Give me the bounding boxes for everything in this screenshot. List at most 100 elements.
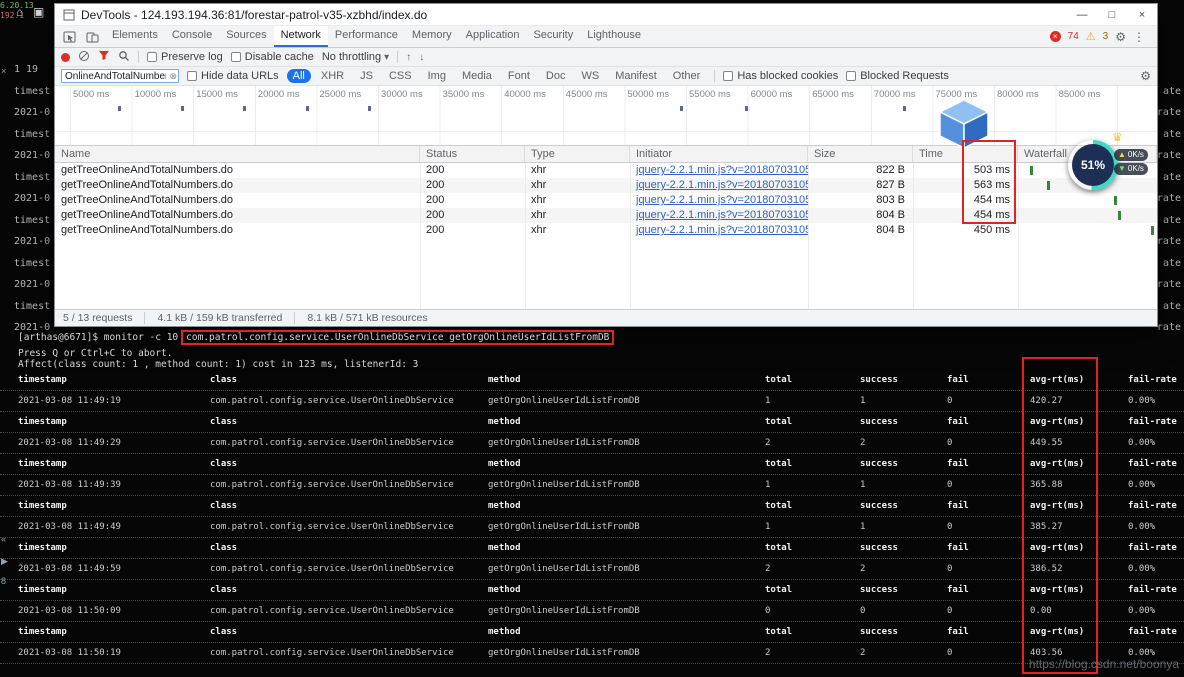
tab-lighthouse[interactable]: Lighthouse <box>580 26 648 47</box>
record-button[interactable] <box>61 53 70 62</box>
initiator-link[interactable]: jquery-2.2.1.min.js?v=201807031050:4 <box>636 194 808 206</box>
minimize-button[interactable]: — <box>1067 9 1097 21</box>
devtools-titlebar[interactable]: DevTools - 124.193.194.36:81/forestar-pa… <box>55 4 1157 26</box>
tab-console[interactable]: Console <box>165 26 219 47</box>
column-header-name[interactable]: Name <box>55 146 420 162</box>
errors-icon[interactable]: × <box>1050 31 1061 42</box>
checkbox-icon <box>231 52 241 62</box>
network-request-row[interactable]: getTreeOnlineAndTotalNumbers.do200xhrjqu… <box>55 223 1157 238</box>
filter-pill-media[interactable]: Media <box>456 69 498 83</box>
hide-data-urls-checkbox[interactable]: Hide data URLs <box>187 70 279 82</box>
header-method: method <box>488 412 765 432</box>
throttling-dropdown[interactable]: No throttling▾ <box>322 51 389 63</box>
request-type: xhr <box>525 223 630 238</box>
arthas-table: timestampclassmethodtotalsuccessfailavg-… <box>0 370 1184 664</box>
blocked-requests-label: Blocked Requests <box>860 70 949 82</box>
filter-pill-xhr[interactable]: XHR <box>315 69 350 83</box>
affect-line: Affect(class count: 1 , method count: 1)… <box>18 359 418 370</box>
filter-pill-all[interactable]: All <box>287 69 311 83</box>
header-avg-rt-ms: avg-rt(ms) <box>1030 622 1128 642</box>
request-type: xhr <box>525 208 630 223</box>
maximize-button[interactable]: □ <box>1097 9 1127 21</box>
filter-toggle-icon[interactable] <box>98 50 110 64</box>
device-toolbar-icon[interactable] <box>82 31 103 43</box>
initiator-link[interactable]: jquery-2.2.1.min.js?v=201807031050:4 <box>636 224 808 236</box>
network-table-body: getTreeOnlineAndTotalNumbers.do200xhrjqu… <box>55 163 1157 309</box>
column-divider[interactable] <box>420 163 421 309</box>
tab-security[interactable]: Security <box>526 26 580 47</box>
clear-filter-icon[interactable]: ⊗ <box>169 71 177 82</box>
close-button[interactable]: × <box>1127 9 1157 21</box>
header-fail-rate: fail-rate <box>1128 370 1184 390</box>
preserve-log-checkbox[interactable]: Preserve log <box>147 51 223 63</box>
error-count[interactable]: 74 <box>1068 31 1079 42</box>
taskbar-app-icon[interactable]: ⌂ <box>16 5 23 19</box>
clear-log-icon[interactable] <box>78 50 90 65</box>
left-strip-icon[interactable]: × <box>1 66 6 76</box>
has-blocked-cookies-checkbox[interactable]: Has blocked cookies <box>723 70 838 82</box>
import-har-icon[interactable]: ↑ <box>406 52 411 63</box>
inspect-element-icon[interactable] <box>59 31 80 43</box>
bg-right-fragment: ate <box>1163 129 1181 140</box>
timeline-label: 15000 ms <box>196 89 238 100</box>
throttling-value: No throttling <box>322 51 381 63</box>
bg-left-fragment: timest <box>14 258 50 269</box>
settings-gear-icon[interactable]: ⚙ <box>1115 31 1126 43</box>
blocked-requests-checkbox[interactable]: Blocked Requests <box>846 70 949 82</box>
tab-performance[interactable]: Performance <box>328 26 405 47</box>
column-divider[interactable] <box>913 163 914 309</box>
warnings-icon[interactable]: ⚠ <box>1086 30 1096 43</box>
column-header-status[interactable]: Status <box>420 146 525 162</box>
export-har-icon[interactable]: ↓ <box>419 52 424 63</box>
column-header-size[interactable]: Size <box>808 146 913 162</box>
cell-method: getOrgOnlineUserIdListFromDB <box>488 559 765 579</box>
filter-pill-ws[interactable]: WS <box>575 69 605 83</box>
filter-pill-img[interactable]: Img <box>422 69 452 83</box>
cell-class: com.patrol.config.service.UserOnlineDbSe… <box>210 601 488 621</box>
request-size: 804 B <box>808 223 913 238</box>
header-class: class <box>210 412 488 432</box>
column-divider[interactable] <box>808 163 809 309</box>
tab-sources[interactable]: Sources <box>219 26 273 47</box>
performance-gauge[interactable]: 51% <box>1068 140 1118 190</box>
cell-fail-rate: 0.00% <box>1128 433 1184 453</box>
filter-pill-doc[interactable]: Doc <box>540 69 572 83</box>
warning-count[interactable]: 3 <box>1103 31 1109 42</box>
gauge-percent-label: 51% <box>1072 144 1114 186</box>
column-divider[interactable] <box>1018 163 1019 309</box>
activity-mark <box>368 106 371 111</box>
timeline-label: 40000 ms <box>504 89 546 100</box>
bg-left-fragment: 2021-0 <box>14 150 50 161</box>
network-settings-gear-icon[interactable]: ⚙ <box>1140 70 1151 82</box>
column-divider[interactable] <box>630 163 631 309</box>
header-total: total <box>765 412 860 432</box>
tab-memory[interactable]: Memory <box>405 26 459 47</box>
filter-pill-css[interactable]: CSS <box>383 69 418 83</box>
filter-pill-manifest[interactable]: Manifest <box>609 69 663 83</box>
filter-input[interactable] <box>61 69 179 83</box>
activity-mark <box>243 106 246 111</box>
tab-application[interactable]: Application <box>459 26 527 47</box>
filter-pill-other[interactable]: Other <box>667 69 707 83</box>
initiator-link[interactable]: jquery-2.2.1.min.js?v=201807031050:4 <box>636 164 808 176</box>
timeline-label: 25000 ms <box>319 89 361 100</box>
download-speed-value: 0K/s <box>1128 163 1144 175</box>
filter-pill-js[interactable]: JS <box>354 69 379 83</box>
filter-pill-font[interactable]: Font <box>502 69 536 83</box>
network-filterbar: ⊗ Hide data URLs All XHR JS CSS Img Media Font… <box>55 67 1157 86</box>
initiator-link[interactable]: jquery-2.2.1.min.js?v=201807031050:4 <box>636 209 808 221</box>
column-header-type[interactable]: Type <box>525 146 630 162</box>
cell-total: 0 <box>765 601 860 621</box>
request-waterfall <box>1018 208 1157 223</box>
initiator-link[interactable]: jquery-2.2.1.min.js?v=201807031050:4 <box>636 179 808 191</box>
bg-right-fragment: ate <box>1163 258 1181 269</box>
column-header-initiator[interactable]: Initiator <box>630 146 808 162</box>
search-icon[interactable] <box>118 50 130 65</box>
kebab-menu-icon[interactable]: ⋮ <box>1133 31 1145 43</box>
taskbar-monitor-icon[interactable]: ▣ <box>33 5 44 19</box>
monitor-header-row: timestampclassmethodtotalsuccessfailavg-… <box>0 580 1184 601</box>
column-divider[interactable] <box>525 163 526 309</box>
tab-network[interactable]: Network <box>274 26 328 47</box>
disable-cache-checkbox[interactable]: Disable cache <box>231 51 314 63</box>
tab-elements[interactable]: Elements <box>105 26 165 47</box>
